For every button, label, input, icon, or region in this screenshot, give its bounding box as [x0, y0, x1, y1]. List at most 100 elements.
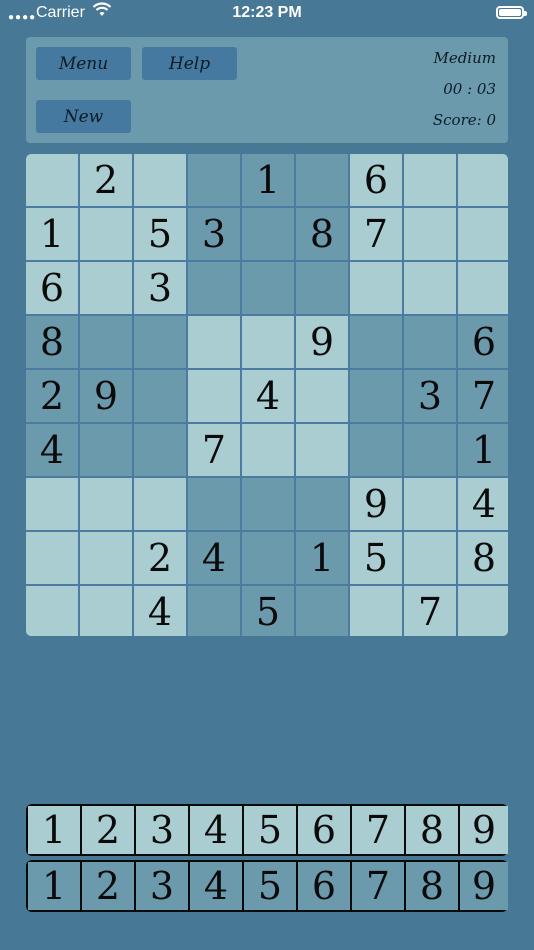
grid-cell[interactable] [188, 316, 240, 368]
grid-cell[interactable] [80, 262, 132, 314]
number-key[interactable]: 1 [28, 806, 80, 854]
grid-cell[interactable] [350, 586, 402, 636]
grid-cell[interactable]: 3 [134, 262, 186, 314]
grid-cell[interactable]: 7 [458, 370, 508, 422]
grid-cell[interactable]: 1 [242, 154, 294, 206]
grid-cell[interactable] [404, 532, 456, 584]
grid-cell[interactable]: 8 [458, 532, 508, 584]
new-game-button[interactable]: New [36, 100, 131, 133]
grid-cell[interactable] [296, 478, 348, 530]
grid-cell[interactable] [26, 154, 78, 206]
grid-cell[interactable]: 5 [134, 208, 186, 260]
grid-cell[interactable]: 4 [242, 370, 294, 422]
grid-cell[interactable] [242, 532, 294, 584]
grid-cell[interactable]: 9 [350, 478, 402, 530]
number-key[interactable]: 2 [82, 862, 134, 910]
grid-cell[interactable]: 8 [296, 208, 348, 260]
help-button[interactable]: Help [142, 47, 237, 80]
number-key[interactable]: 5 [244, 806, 296, 854]
grid-cell[interactable] [134, 370, 186, 422]
grid-cell[interactable] [26, 478, 78, 530]
grid-cell[interactable] [188, 478, 240, 530]
number-key[interactable]: 3 [136, 806, 188, 854]
grid-cell[interactable] [188, 586, 240, 636]
grid-cell[interactable]: 4 [188, 532, 240, 584]
grid-cell[interactable] [404, 478, 456, 530]
grid-cell[interactable] [188, 262, 240, 314]
grid-cell[interactable] [134, 154, 186, 206]
grid-cell[interactable]: 6 [458, 316, 508, 368]
grid-cell[interactable]: 1 [458, 424, 508, 476]
number-key[interactable]: 8 [406, 806, 458, 854]
grid-cell[interactable] [350, 316, 402, 368]
grid-cell[interactable]: 3 [404, 370, 456, 422]
grid-cell[interactable] [80, 316, 132, 368]
grid-cell[interactable] [242, 424, 294, 476]
grid-cell[interactable]: 6 [26, 262, 78, 314]
grid-cell[interactable]: 7 [188, 424, 240, 476]
number-key[interactable]: 7 [352, 806, 404, 854]
grid-cell[interactable]: 3 [188, 208, 240, 260]
grid-cell[interactable] [80, 586, 132, 636]
grid-cell[interactable] [350, 424, 402, 476]
menu-button[interactable]: Menu [36, 47, 131, 80]
grid-cell[interactable]: 6 [350, 154, 402, 206]
grid-cell[interactable] [296, 370, 348, 422]
grid-cell[interactable] [296, 586, 348, 636]
grid-cell[interactable] [458, 208, 508, 260]
grid-cell[interactable] [242, 262, 294, 314]
grid-cell[interactable] [458, 586, 508, 636]
grid-cell[interactable] [296, 154, 348, 206]
grid-cell[interactable] [80, 424, 132, 476]
grid-cell[interactable] [404, 316, 456, 368]
number-key[interactable]: 7 [352, 862, 404, 910]
grid-cell[interactable] [26, 586, 78, 636]
grid-cell[interactable] [188, 370, 240, 422]
grid-cell[interactable] [404, 262, 456, 314]
grid-cell[interactable] [134, 478, 186, 530]
grid-cell[interactable] [296, 424, 348, 476]
number-key[interactable]: 5 [244, 862, 296, 910]
grid-cell[interactable] [242, 478, 294, 530]
number-key[interactable]: 4 [190, 862, 242, 910]
grid-cell[interactable]: 2 [26, 370, 78, 422]
grid-cell[interactable]: 7 [350, 208, 402, 260]
grid-cell[interactable]: 9 [80, 370, 132, 422]
grid-cell[interactable]: 8 [26, 316, 78, 368]
grid-cell[interactable]: 2 [134, 532, 186, 584]
grid-cell[interactable] [26, 532, 78, 584]
grid-cell[interactable] [188, 154, 240, 206]
grid-cell[interactable] [458, 154, 508, 206]
grid-cell[interactable] [242, 208, 294, 260]
number-key[interactable]: 4 [190, 806, 242, 854]
grid-cell[interactable]: 4 [458, 478, 508, 530]
grid-cell[interactable] [350, 262, 402, 314]
grid-cell[interactable]: 4 [134, 586, 186, 636]
grid-cell[interactable] [134, 316, 186, 368]
grid-cell[interactable]: 2 [80, 154, 132, 206]
number-key[interactable]: 2 [82, 806, 134, 854]
grid-cell[interactable] [350, 370, 402, 422]
grid-cell[interactable]: 4 [26, 424, 78, 476]
grid-cell[interactable] [404, 424, 456, 476]
grid-cell[interactable]: 1 [26, 208, 78, 260]
grid-cell[interactable]: 1 [296, 532, 348, 584]
grid-cell[interactable] [404, 208, 456, 260]
number-key[interactable]: 1 [28, 862, 80, 910]
number-key[interactable]: 6 [298, 806, 350, 854]
grid-cell[interactable] [80, 208, 132, 260]
grid-cell[interactable] [80, 478, 132, 530]
number-key[interactable]: 9 [460, 862, 508, 910]
grid-cell[interactable]: 9 [296, 316, 348, 368]
grid-cell[interactable] [296, 262, 348, 314]
grid-cell[interactable]: 5 [350, 532, 402, 584]
number-key[interactable]: 9 [460, 806, 508, 854]
number-key[interactable]: 6 [298, 862, 350, 910]
grid-cell[interactable] [458, 262, 508, 314]
number-key[interactable]: 8 [406, 862, 458, 910]
grid-cell[interactable] [404, 154, 456, 206]
number-key[interactable]: 3 [136, 862, 188, 910]
grid-cell[interactable]: 7 [404, 586, 456, 636]
grid-cell[interactable] [242, 316, 294, 368]
grid-cell[interactable] [134, 424, 186, 476]
